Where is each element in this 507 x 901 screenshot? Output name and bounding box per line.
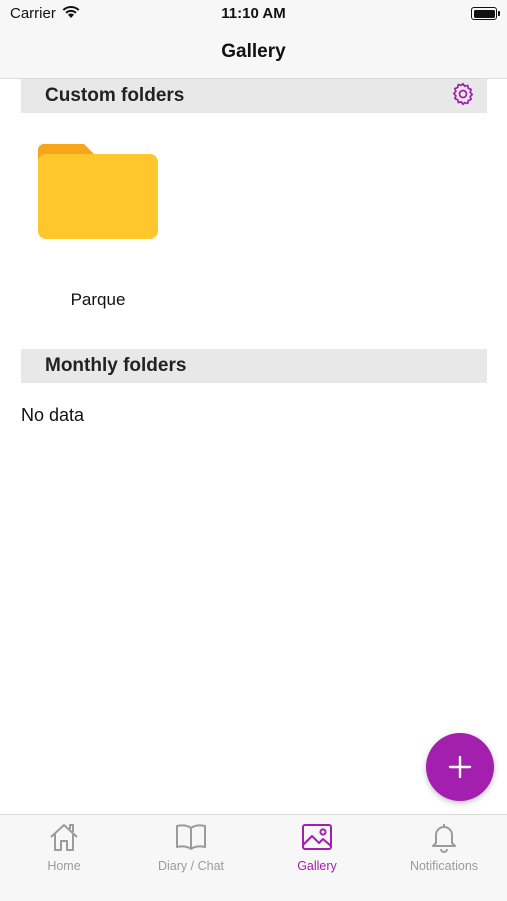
- page-title: Gallery: [221, 41, 286, 62]
- gallery-icon: [302, 824, 332, 850]
- tab-gallery-label: Gallery: [297, 859, 337, 873]
- home-icon: [50, 824, 78, 851]
- status-bar: Carrier 11:10 AM: [0, 0, 507, 28]
- tab-diary-chat-label: Diary / Chat: [158, 859, 224, 873]
- tab-home-label: Home: [47, 859, 81, 873]
- settings-button[interactable]: [450, 81, 476, 107]
- custom-folders-header: Custom folders: [21, 79, 487, 113]
- book-icon: [176, 824, 206, 850]
- tab-notifications-label: Notifications: [409, 859, 479, 873]
- navigation-bar: Gallery: [0, 28, 507, 79]
- monthly-folders-title: Monthly folders: [45, 355, 187, 376]
- plus-icon: [448, 755, 472, 779]
- tab-diary-chat[interactable]: Diary / Chat: [128, 815, 254, 901]
- folder-card-parque[interactable]: Parque: [36, 140, 160, 315]
- tab-gallery[interactable]: Gallery: [254, 815, 380, 901]
- tab-bar: Home Diary / Chat Gallery Notifications: [0, 814, 507, 901]
- folder-label: Parque: [70, 290, 126, 309]
- battery-icon: [471, 7, 500, 20]
- monthly-folders-header: Monthly folders: [21, 349, 487, 383]
- add-button[interactable]: [426, 733, 494, 801]
- tab-notifications[interactable]: Notifications: [381, 815, 507, 901]
- bell-icon: [432, 824, 456, 853]
- custom-folders-title: Custom folders: [45, 85, 185, 106]
- empty-state-text: No data: [21, 405, 85, 425]
- gear-icon: [452, 82, 474, 106]
- clock: 11:10 AM: [221, 5, 286, 22]
- tab-home[interactable]: Home: [1, 815, 127, 901]
- folder-icon: [38, 144, 158, 239]
